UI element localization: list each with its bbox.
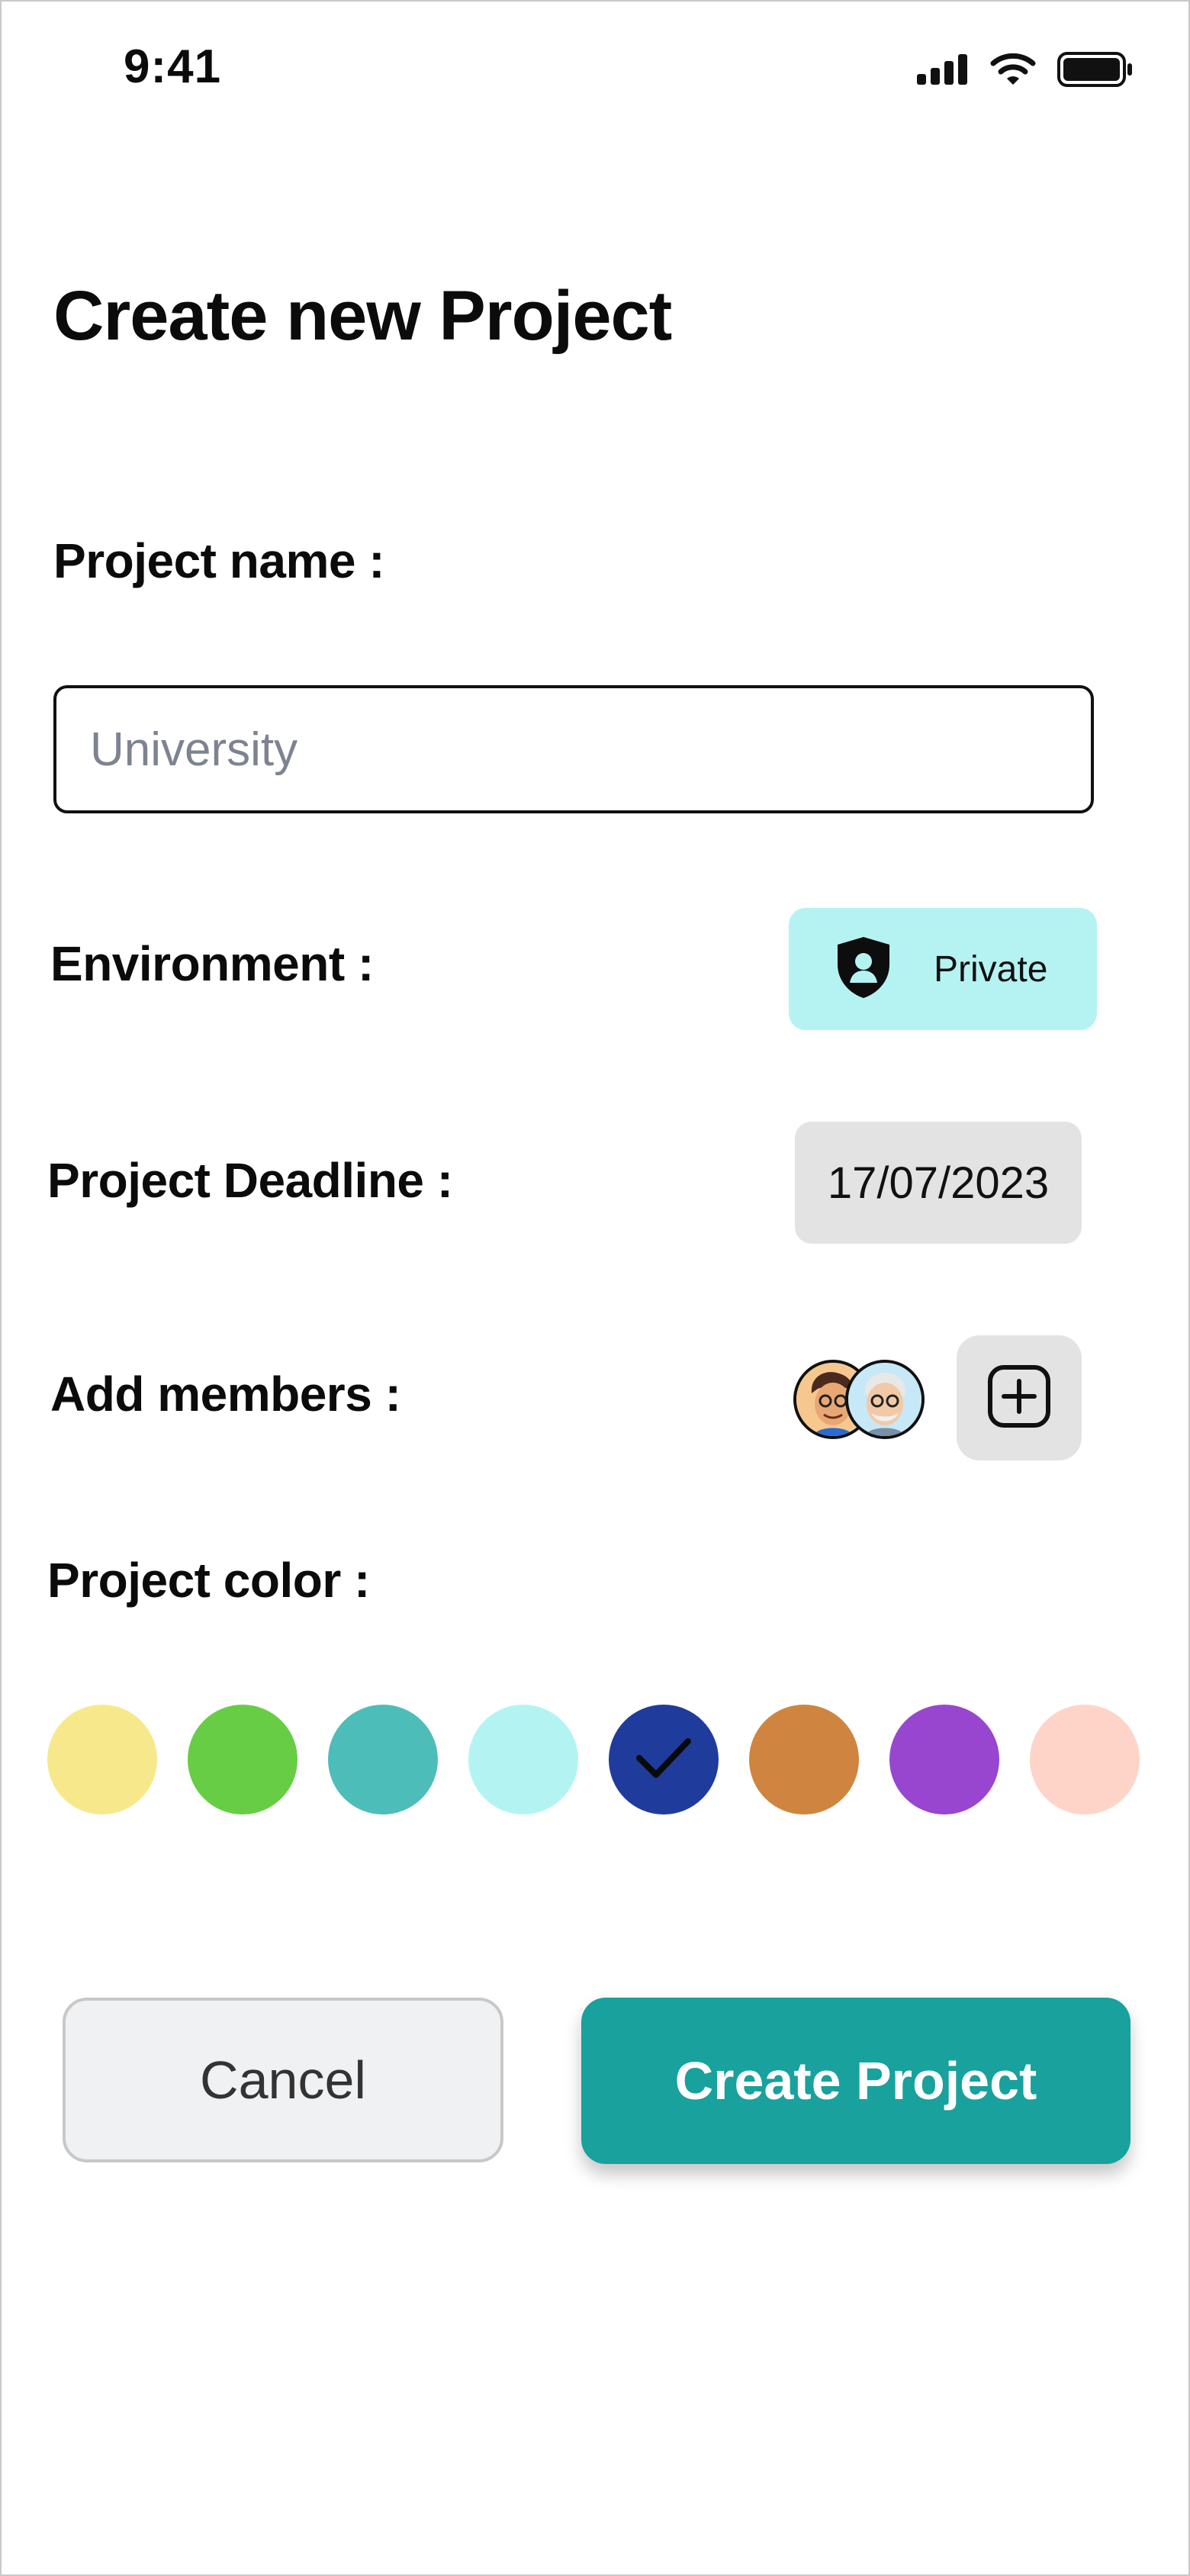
status-time: 9:41 — [124, 40, 222, 93]
environment-toggle[interactable]: Private — [789, 908, 1097, 1030]
environment-label: Environment : — [50, 936, 374, 991]
checkmark-icon — [633, 1735, 694, 1785]
page-title: Create new Project — [53, 277, 672, 355]
deadline-label: Project Deadline : — [47, 1153, 453, 1208]
color-swatch-peach[interactable] — [1030, 1705, 1140, 1814]
project-color-label: Project color : — [47, 1553, 370, 1608]
deadline-date-picker[interactable]: 17/07/2023 — [795, 1122, 1082, 1244]
color-swatch-green[interactable] — [188, 1705, 298, 1814]
color-swatch-teal[interactable] — [328, 1705, 438, 1814]
plus-square-icon — [987, 1364, 1051, 1432]
wifi-icon — [990, 53, 1036, 90]
cellular-signal-icon — [917, 54, 969, 89]
member-avatars — [793, 1360, 931, 1439]
add-member-button[interactable] — [957, 1335, 1082, 1460]
create-project-button[interactable]: Create Project — [581, 1998, 1130, 2164]
color-swatch-yellow[interactable] — [47, 1705, 157, 1814]
status-icons — [917, 52, 1134, 91]
member-avatar-2[interactable] — [845, 1360, 925, 1439]
phone-screen: 9:41 Create new Project Project name: U… — [0, 0, 1190, 2576]
color-swatch-navy[interactable] — [609, 1705, 719, 1814]
color-swatch-purple[interactable] — [889, 1705, 999, 1814]
project-name-label: Project name : — [53, 533, 385, 588]
project-name-input[interactable] — [53, 685, 1094, 813]
shield-user-icon — [835, 935, 892, 1003]
color-swatch-orange[interactable] — [749, 1705, 859, 1814]
cancel-button[interactable]: Cancel — [63, 1998, 503, 2162]
color-swatch-light-cyan[interactable] — [468, 1705, 578, 1814]
add-members-label: Add members : — [50, 1367, 401, 1422]
battery-icon — [1057, 52, 1134, 91]
environment-value: Private — [934, 948, 1048, 990]
